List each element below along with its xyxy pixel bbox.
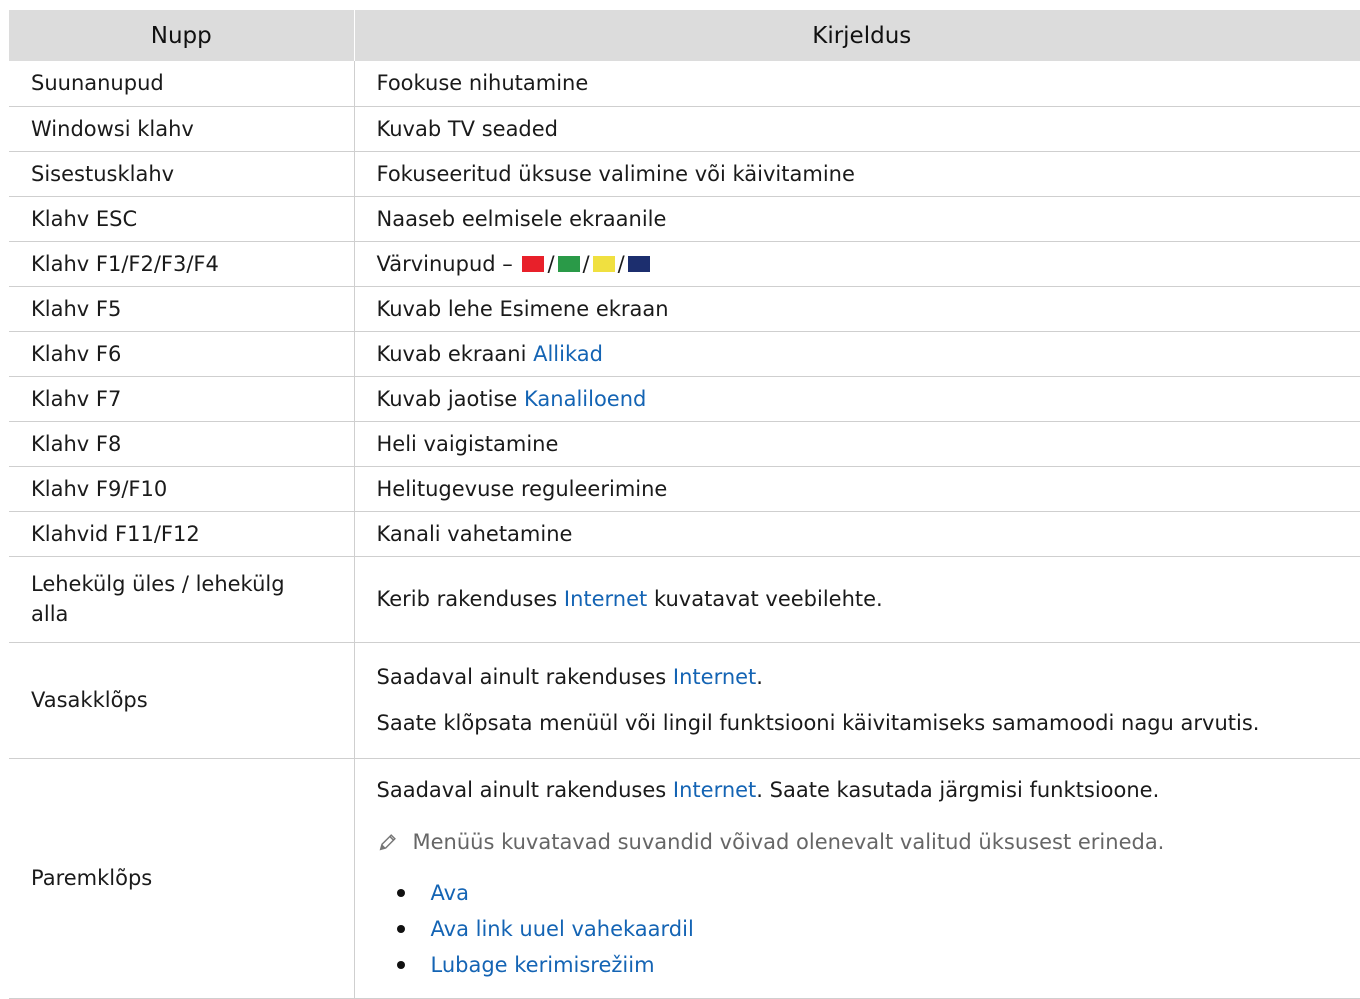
table-row: Sisestusklahv Fokuseeritud üksuse valimi…: [9, 151, 1360, 196]
description-cell: Heli vaigistamine: [354, 421, 1360, 466]
description-cell: Kuvab lehe Esimene ekraan: [354, 286, 1360, 331]
link-internet[interactable]: Internet: [673, 778, 756, 802]
description-text: Saadaval ainult rakenduses: [377, 778, 673, 802]
table-row: Klahv F6 Kuvab ekraani Allikad: [9, 331, 1360, 376]
option-list: Ava Ava link uuel vahekaardil Lubage ker…: [377, 875, 1360, 983]
key-cell: Windowsi klahv: [9, 106, 354, 151]
key-function-table: Nupp Kirjeldus Suunanupud Fookuse nihuta…: [9, 10, 1360, 999]
header-row: Nupp Kirjeldus: [9, 10, 1360, 61]
key-cell: Klahv ESC: [9, 196, 354, 241]
key-cell: Sisestusklahv: [9, 151, 354, 196]
description-cell: Värvinupud – / / /: [354, 241, 1360, 286]
blue-swatch-icon: [628, 256, 650, 272]
link-kanaliloend[interactable]: Kanaliloend: [524, 387, 646, 411]
table-row: Klahv F8 Heli vaigistamine: [9, 421, 1360, 466]
table-row: Windowsi klahv Kuvab TV seaded: [9, 106, 1360, 151]
header-key: Nupp: [9, 10, 354, 61]
green-swatch-icon: [558, 256, 580, 272]
note-text: Menüüs kuvatavad suvandid võivad oleneva…: [413, 827, 1165, 857]
description-text: kuvatavat veebilehte.: [647, 587, 882, 611]
key-cell: Suunanupud: [9, 61, 354, 106]
table-row: Klahv F7 Kuvab jaotise Kanaliloend: [9, 376, 1360, 421]
description-paragraph: Saate klõpsata menüül või lingil funktsi…: [377, 708, 1360, 738]
red-swatch-icon: [522, 256, 544, 272]
description-paragraph: Saadaval ainult rakenduses Internet. Saa…: [377, 775, 1360, 805]
bullet-icon: [397, 925, 405, 933]
description-cell: Helitugevuse reguleerimine: [354, 466, 1360, 511]
description-cell: Saadaval ainult rakenduses Internet. Saa…: [354, 642, 1360, 758]
link-internet[interactable]: Internet: [564, 587, 647, 611]
list-item: Lubage kerimisrežiim: [377, 947, 1360, 983]
description-text: .: [756, 665, 763, 689]
description-cell: Fookuse nihutamine: [354, 61, 1360, 106]
table-row: Klahv F1/F2/F3/F4 Värvinupud – / / /: [9, 241, 1360, 286]
description-cell: Kuvab jaotise Kanaliloend: [354, 376, 1360, 421]
link-internet[interactable]: Internet: [673, 665, 756, 689]
bullet-icon: [397, 889, 405, 897]
pencil-icon: [377, 831, 399, 853]
table-row: Klahv ESC Naaseb eelmisele ekraanile: [9, 196, 1360, 241]
description-text: Kerib rakenduses: [377, 587, 564, 611]
key-cell: Klahv F6: [9, 331, 354, 376]
list-item: Ava link uuel vahekaardil: [377, 911, 1360, 947]
separator: /: [583, 252, 590, 276]
link-ava-link-uuel-vahekaardil[interactable]: Ava link uuel vahekaardil: [431, 911, 694, 947]
link-ava[interactable]: Ava: [431, 875, 469, 911]
table-row: Klahv F9/F10 Helitugevuse reguleerimine: [9, 466, 1360, 511]
description-text: . Saate kasutada järgmisi funktsioone.: [756, 778, 1159, 802]
description-cell: Kerib rakenduses Internet kuvatavat veeb…: [354, 556, 1360, 642]
description-cell: Naaseb eelmisele ekraanile: [354, 196, 1360, 241]
bullet-icon: [397, 961, 405, 969]
key-cell: Klahv F8: [9, 421, 354, 466]
description-text: Saadaval ainult rakenduses: [377, 665, 673, 689]
table-row: Klahvid F11/F12 Kanali vahetamine: [9, 511, 1360, 556]
link-lubage-kerimisreziim[interactable]: Lubage kerimisrežiim: [431, 947, 655, 983]
table-row: Suunanupud Fookuse nihutamine: [9, 61, 1360, 106]
header-description: Kirjeldus: [354, 10, 1360, 61]
key-cell: Klahvid F11/F12: [9, 511, 354, 556]
description-cell: Kuvab TV seaded: [354, 106, 1360, 151]
color-buttons-label: Värvinupud –: [377, 252, 520, 276]
description-cell: Kanali vahetamine: [354, 511, 1360, 556]
description-text: Kuvab ekraani: [377, 342, 534, 366]
description-text: Kuvab jaotise: [377, 387, 525, 411]
key-cell: Klahv F5: [9, 286, 354, 331]
separator: /: [547, 252, 554, 276]
note: Menüüs kuvatavad suvandid võivad oleneva…: [377, 827, 1360, 857]
yellow-swatch-icon: [593, 256, 615, 272]
list-item: Ava: [377, 875, 1360, 911]
description-cell: Saadaval ainult rakenduses Internet. Saa…: [354, 758, 1360, 998]
description-paragraph: Saadaval ainult rakenduses Internet.: [377, 662, 1360, 692]
key-cell: Klahv F1/F2/F3/F4: [9, 241, 354, 286]
link-allikad[interactable]: Allikad: [533, 342, 603, 366]
table-row: Vasakklõps Saadaval ainult rakenduses In…: [9, 642, 1360, 758]
key-cell: Klahv F9/F10: [9, 466, 354, 511]
key-cell: Paremklõps: [9, 758, 354, 998]
description-cell: Kuvab ekraani Allikad: [354, 331, 1360, 376]
key-cell: Vasakklõps: [9, 642, 354, 758]
key-cell: Lehekülg üles / lehekülg alla: [9, 556, 354, 642]
table-row: Lehekülg üles / lehekülg alla Kerib rake…: [9, 556, 1360, 642]
key-cell: Klahv F7: [9, 376, 354, 421]
separator: /: [618, 252, 625, 276]
table-row: Klahv F5 Kuvab lehe Esimene ekraan: [9, 286, 1360, 331]
description-cell: Fokuseeritud üksuse valimine või käivita…: [354, 151, 1360, 196]
table-row: Paremklõps Saadaval ainult rakenduses In…: [9, 758, 1360, 998]
